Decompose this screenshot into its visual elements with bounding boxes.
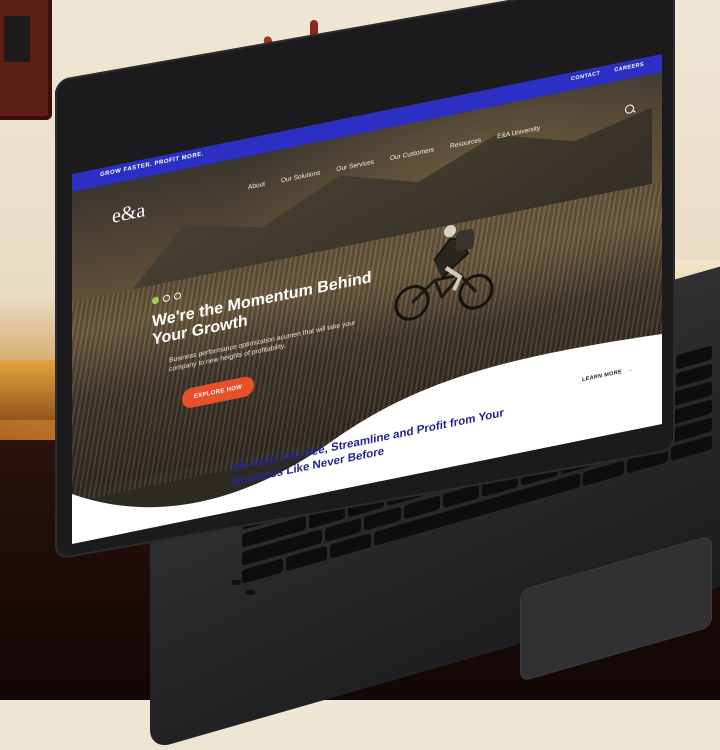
slider-dot[interactable]	[163, 294, 170, 303]
careers-link[interactable]: CAREERS	[614, 62, 644, 74]
arrow-right-icon: →	[625, 365, 634, 375]
contact-link[interactable]: CONTACT	[571, 71, 600, 83]
slider-dot[interactable]	[174, 291, 181, 301]
slider-dot-active[interactable]	[152, 296, 159, 305]
usb-port	[232, 580, 241, 585]
usb-port	[246, 590, 255, 595]
wall-frame	[0, 0, 52, 120]
